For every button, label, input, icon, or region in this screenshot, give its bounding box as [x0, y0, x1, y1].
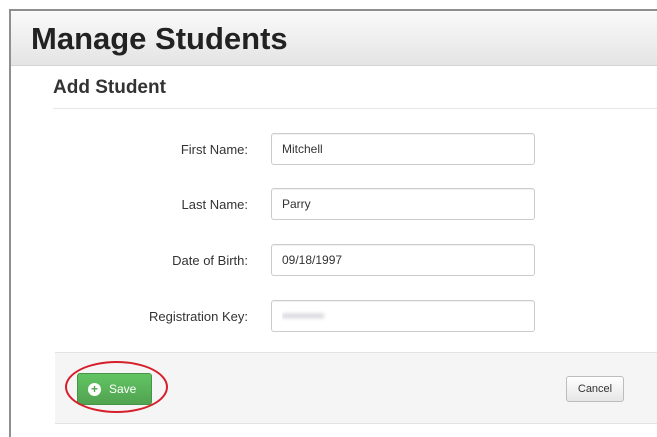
form-actions-bar: + Save Cancel — [55, 352, 657, 424]
registration-key-input[interactable] — [271, 300, 535, 332]
cancel-button[interactable]: Cancel — [566, 376, 624, 402]
first-name-input[interactable] — [271, 133, 535, 165]
last-name-row: Last Name: — [11, 188, 657, 222]
manage-students-panel: Manage Students Add Student First Name: … — [9, 9, 657, 437]
last-name-label: Last Name: — [181, 197, 248, 212]
first-name-row: First Name: — [11, 133, 657, 167]
last-name-input[interactable] — [271, 188, 535, 220]
save-button[interactable]: + Save — [77, 373, 152, 405]
page-header: Manage Students — [11, 11, 657, 66]
registration-key-label: Registration Key: — [149, 309, 248, 324]
registration-key-row: Registration Key: — [11, 300, 657, 334]
first-name-label: First Name: — [180, 142, 248, 157]
date-of-birth-input[interactable] — [271, 244, 535, 276]
save-button-label: Save — [109, 382, 137, 396]
section-divider — [53, 108, 657, 109]
date-of-birth-row: Date of Birth: — [11, 244, 657, 278]
plus-circle-icon: + — [88, 382, 101, 396]
date-of-birth-label: Date of Birth: — [172, 253, 248, 268]
page-title: Manage Students — [31, 21, 288, 56]
section-title: Add Student — [53, 77, 166, 98]
